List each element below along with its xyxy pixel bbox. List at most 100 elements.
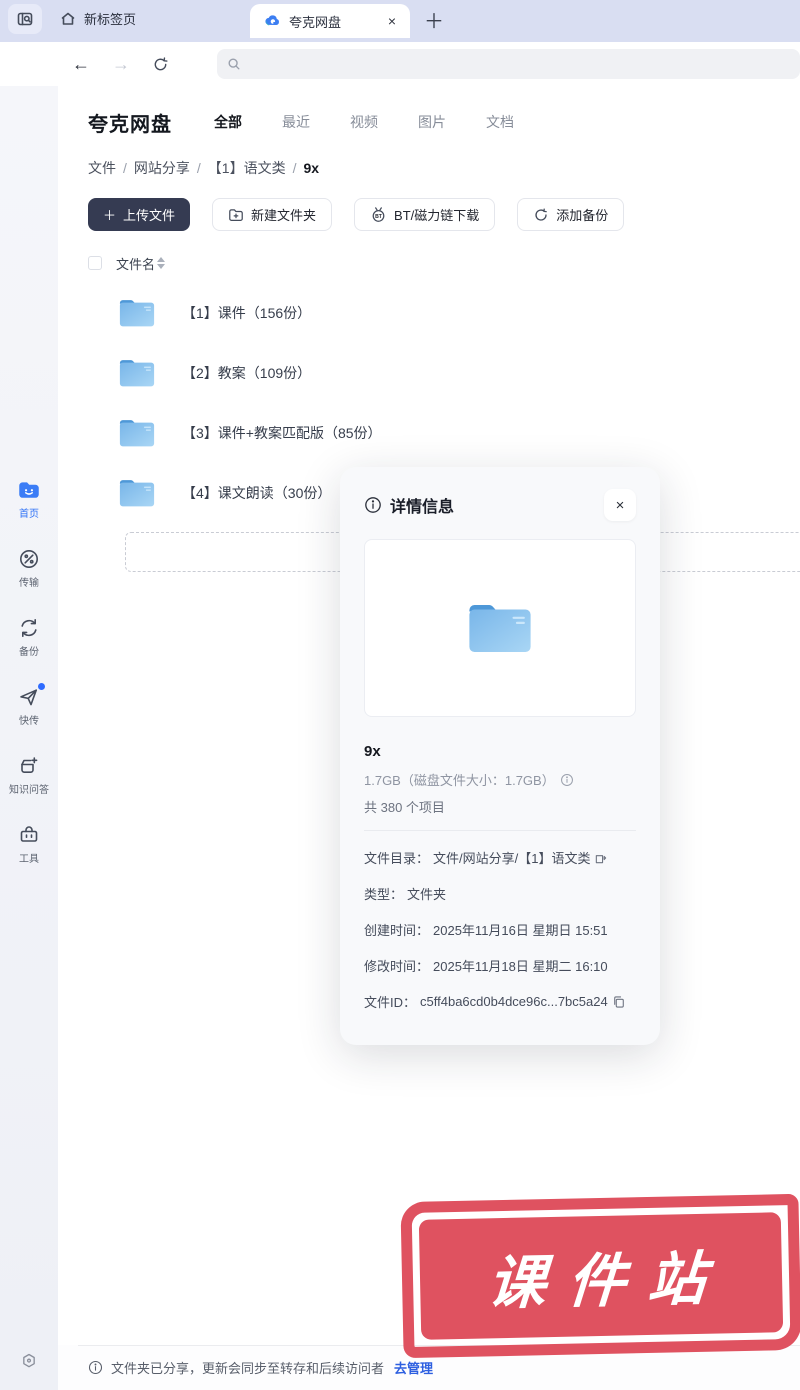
svg-text:BT: BT xyxy=(375,214,383,220)
tab-label: 夸克网盘 xyxy=(289,12,380,31)
folder-row[interactable]: 【2】教案（109份） xyxy=(88,343,800,403)
knowledge-box-icon xyxy=(17,754,41,778)
divider xyxy=(364,830,636,831)
refresh-icon[interactable] xyxy=(152,56,169,73)
search-input[interactable] xyxy=(247,57,790,72)
home-icon xyxy=(60,11,76,27)
close-button[interactable]: × xyxy=(604,489,636,521)
main-content: 夸克网盘 全部 最近 视频 图片 文档 文件 / 网站分享 / 【1】语文类 xyxy=(58,86,800,1390)
tab-all[interactable]: 全部 xyxy=(214,112,242,132)
folder-row[interactable]: 【1】课件（156份） xyxy=(88,283,800,343)
tab-videos[interactable]: 视频 xyxy=(350,112,378,132)
browser-tab-newtab[interactable]: 新标签页 xyxy=(46,4,196,34)
folder-icon xyxy=(118,357,156,389)
bt-download-button[interactable]: BT BT/磁力链下载 xyxy=(354,198,495,231)
sidebar-item-transfer[interactable]: 传输 xyxy=(1,547,57,589)
folder-icon xyxy=(118,477,156,509)
sidebar-item-home[interactable]: 首页 xyxy=(1,478,57,520)
detail-item-count: 共 380 个项目 xyxy=(364,797,636,816)
goto-folder-icon[interactable] xyxy=(594,851,608,865)
bt-magnet-icon: BT xyxy=(370,206,387,223)
detail-folder-name: 9x xyxy=(364,743,636,760)
folder-plus-icon xyxy=(228,207,244,223)
sidebar-item-quickshare[interactable]: 快传 xyxy=(1,685,57,727)
sidebar-label: 备份 xyxy=(19,643,39,658)
folder-name: 【2】教案（109份） xyxy=(182,363,311,383)
sidebar-label: 传输 xyxy=(19,574,39,589)
notification-dot xyxy=(38,683,45,690)
backup-circle-icon xyxy=(533,207,549,223)
sidebar-item-backup[interactable]: 备份 xyxy=(1,616,57,658)
sidebar-label: 知识问答 xyxy=(9,781,49,796)
address-search-bar[interactable] xyxy=(217,49,800,79)
add-backup-button[interactable]: 添加备份 xyxy=(517,198,624,231)
detail-field-type: 类型： 文件夹 xyxy=(364,884,636,903)
folder-icon-large xyxy=(466,599,534,657)
tab-close-icon[interactable]: × xyxy=(388,13,396,29)
tab-recent[interactable]: 最近 xyxy=(282,112,310,132)
plus-icon: ＋ xyxy=(103,205,116,224)
browser-sidebar-search-button[interactable] xyxy=(8,4,42,34)
detail-field-directory: 文件目录： 文件/网站分享/【1】语文类 xyxy=(364,848,636,867)
quark-logo-icon xyxy=(264,13,281,30)
kejianzhan-stamp: 课件站 xyxy=(400,1194,800,1358)
tab-images[interactable]: 图片 xyxy=(418,112,446,132)
browser-tab-quark[interactable]: 夸克网盘 × xyxy=(250,4,410,38)
folder-icon xyxy=(118,297,156,329)
tab-docs[interactable]: 文档 xyxy=(486,112,514,132)
back-icon[interactable]: ← xyxy=(72,54,90,75)
sidebar-settings-button[interactable] xyxy=(19,1351,39,1376)
folder-row[interactable]: 【3】课件+教案匹配版（85份） xyxy=(88,403,800,463)
sidebar-label: 首页 xyxy=(19,505,39,520)
column-filename[interactable]: 文件名 xyxy=(116,254,155,273)
copy-icon[interactable] xyxy=(612,995,626,1009)
crumb-share[interactable]: 网站分享 xyxy=(134,158,190,178)
home-smile-icon xyxy=(16,478,42,502)
browser-tabbar: 新标签页 夸克网盘 × ＋ xyxy=(0,0,800,42)
search-icon xyxy=(227,57,241,71)
crumb-current: 9x xyxy=(303,160,319,176)
info-icon xyxy=(88,1360,103,1375)
select-all-checkbox[interactable] xyxy=(88,256,102,270)
list-header: 文件名 xyxy=(88,253,800,273)
folder-icon xyxy=(118,417,156,449)
details-title: 详情信息 xyxy=(390,493,604,517)
toolbox-icon xyxy=(17,823,41,847)
breadcrumb: 文件 / 网站分享 / 【1】语文类 / 9x xyxy=(88,158,800,178)
crumb-files[interactable]: 文件 xyxy=(88,158,116,178)
folder-name: 【1】课件（156份） xyxy=(182,303,311,323)
app-window: 新标签页 夸克网盘 × ＋ ← → xyxy=(0,0,800,1390)
forward-icon[interactable]: → xyxy=(112,54,130,75)
sort-icon[interactable] xyxy=(157,257,165,269)
page-title: 夸克网盘 xyxy=(88,108,172,137)
info-icon[interactable] xyxy=(560,773,574,787)
sidebar-item-knowledge-qa[interactable]: 知识问答 xyxy=(1,754,57,796)
close-icon: × xyxy=(616,497,625,514)
info-icon xyxy=(364,496,382,514)
detail-field-modified: 修改时间： 2025年11月18日 星期二 16:10 xyxy=(364,956,636,975)
filter-tabs: 全部 最近 视频 图片 文档 xyxy=(214,112,514,132)
stamp-text: 课件站 xyxy=(471,1231,731,1320)
detail-field-fileid: 文件ID： c5ff4ba6cd0b4dce96c...7bc5a24 xyxy=(364,992,636,1011)
new-tab-button[interactable]: ＋ xyxy=(424,5,444,34)
transfer-icon xyxy=(17,547,41,571)
crumb-chinese[interactable]: 【1】语文类 xyxy=(208,158,286,178)
upload-button[interactable]: ＋ 上传文件 xyxy=(88,198,190,231)
details-panel: 详情信息 × 9x 1.7GB（磁盘文件大小：1.7GB） xyxy=(340,467,660,1045)
sidebar-label: 快传 xyxy=(19,712,39,727)
share-notice-text: 文件夹已分享，更新会同步至转存和后续访问者 xyxy=(111,1358,384,1377)
sync-icon xyxy=(17,616,41,640)
folder-preview xyxy=(364,539,636,717)
settings-icon xyxy=(19,1351,39,1371)
app-sidebar: 首页 传输 备份 xyxy=(0,86,58,1390)
folder-name: 【4】课文朗读（30份） xyxy=(182,483,331,503)
new-folder-button[interactable]: 新建文件夹 xyxy=(212,198,332,231)
browser-toolbar: ← → xyxy=(0,42,800,86)
detail-size: 1.7GB（磁盘文件大小：1.7GB） xyxy=(364,770,636,789)
detail-field-created: 创建时间： 2025年11月16日 星期日 15:51 xyxy=(364,920,636,939)
tab-label: 新标签页 xyxy=(84,9,182,28)
sidebar-search-icon xyxy=(17,11,33,27)
sidebar-item-tools[interactable]: 工具 xyxy=(1,823,57,865)
manage-share-link[interactable]: 去管理 xyxy=(394,1358,433,1377)
sidebar-label: 工具 xyxy=(19,850,39,865)
